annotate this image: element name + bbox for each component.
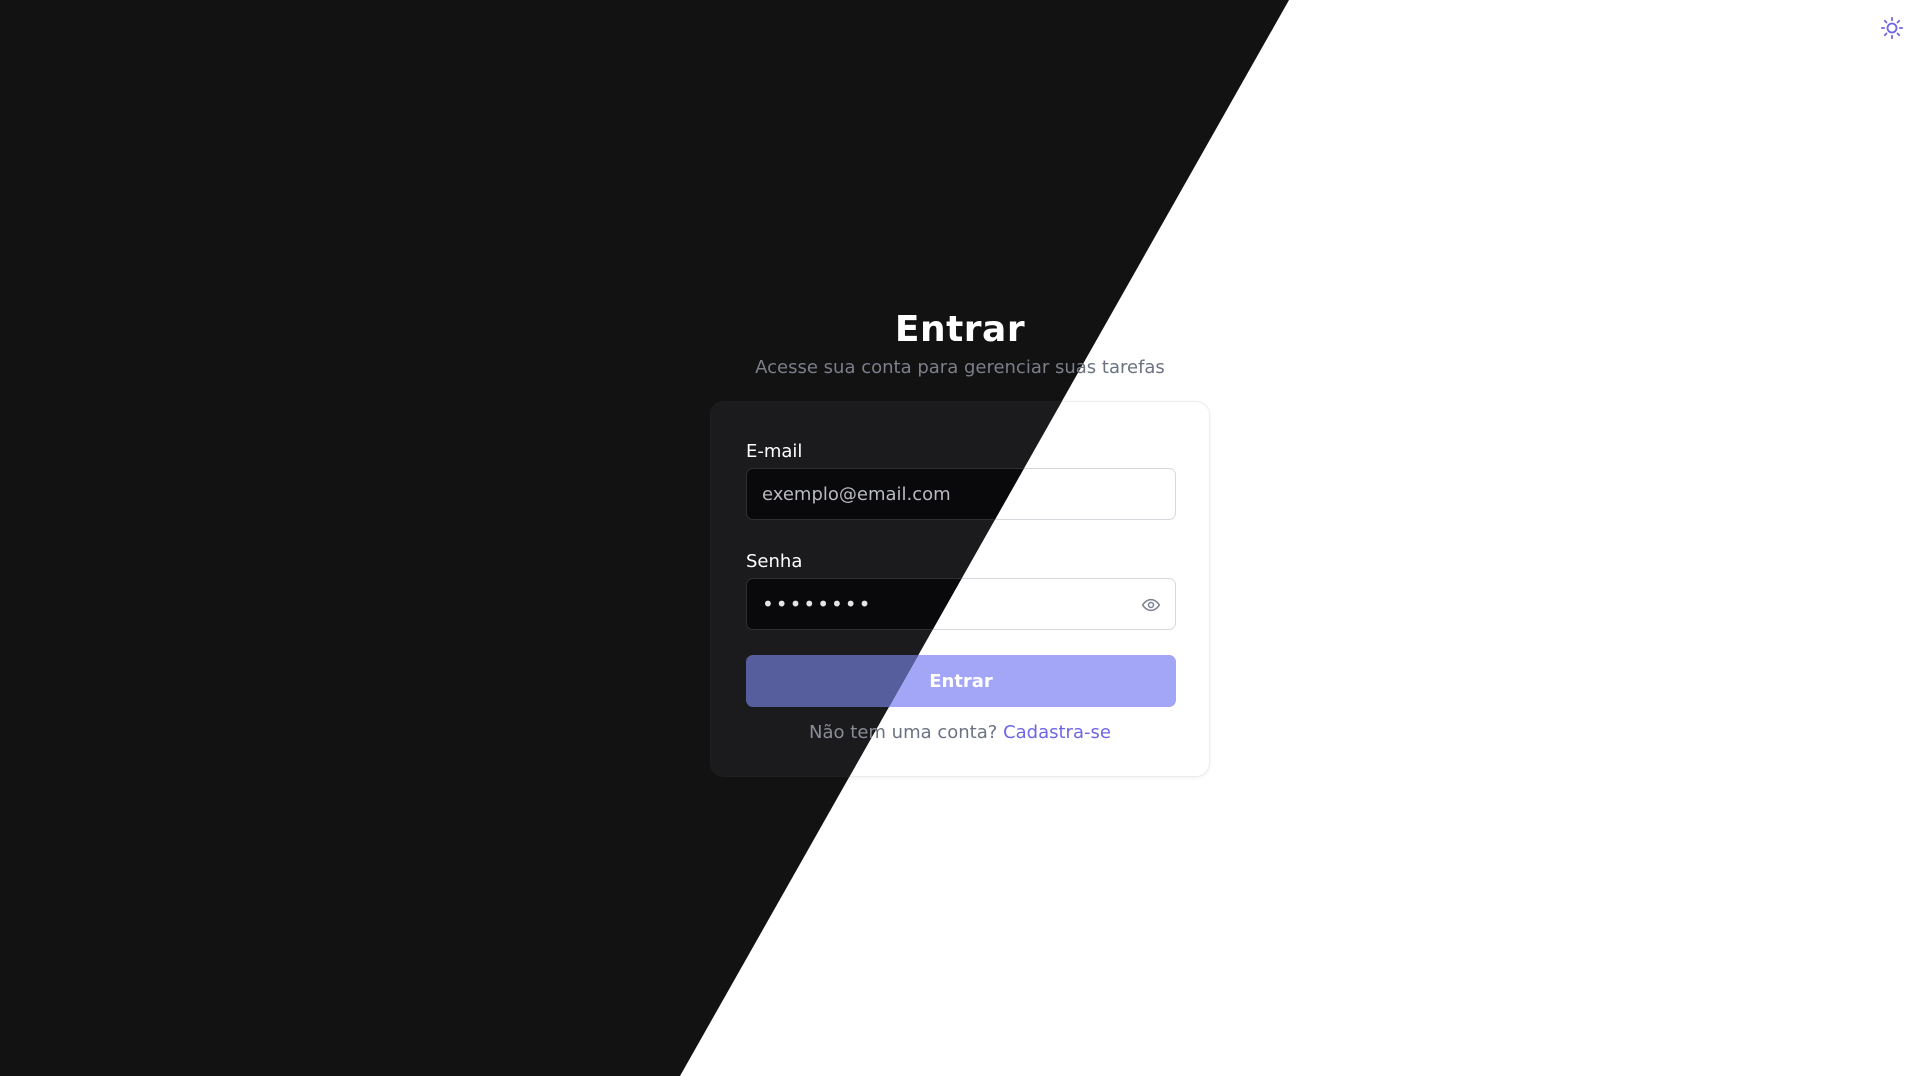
signup-link[interactable]: Cadastra-se [1003, 722, 1111, 743]
password-value-dark: •••••••• [762, 592, 873, 616]
theme-toggle-button[interactable] [1879, 16, 1905, 42]
email-placeholder-dark: exemplo@email.com [762, 483, 951, 505]
sun-icon [1880, 16, 1904, 40]
eye-icon[interactable] [1141, 595, 1161, 615]
